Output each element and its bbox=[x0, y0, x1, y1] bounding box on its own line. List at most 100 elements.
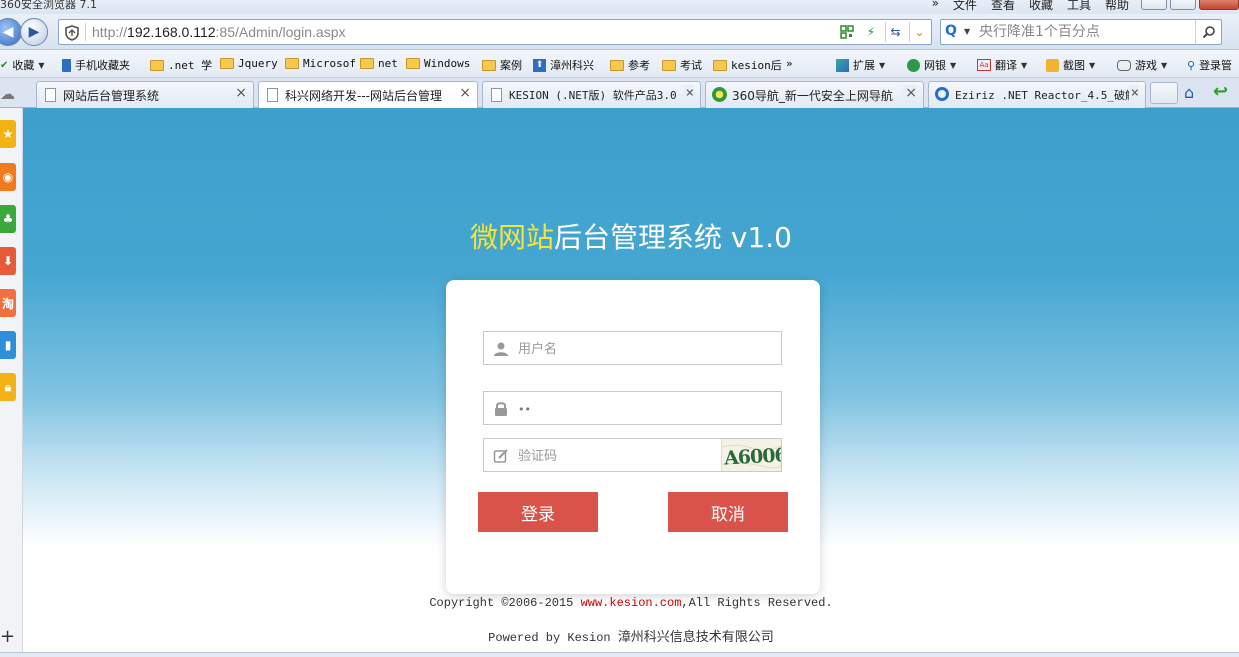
address-dropdown-icon[interactable]: ⌄ bbox=[909, 22, 929, 42]
lightning-speed-icon[interactable]: ⚡ bbox=[861, 22, 881, 42]
tab-kesion-net[interactable]: KESION (.NET版) 软件产品3.0 × bbox=[482, 81, 701, 108]
maximize-button[interactable] bbox=[1170, 0, 1196, 10]
username-field[interactable] bbox=[483, 331, 782, 365]
bank-label: 网银 bbox=[924, 59, 946, 72]
fav-item-jquery[interactable]: Jquery bbox=[220, 57, 278, 70]
tab-title: 科兴网络开发---网站后台管理 bbox=[285, 89, 442, 103]
powered-prefix: Powered by Kesion bbox=[488, 631, 618, 645]
taobao-icon[interactable]: 淘 bbox=[0, 289, 16, 317]
add-sidebar-item-icon[interactable]: + bbox=[0, 626, 15, 647]
address-bar[interactable]: http://192.168.0.112:85/Admin/login.aspx… bbox=[58, 19, 932, 45]
tab-360-nav[interactable]: 360导航_新一代安全上网导航 × bbox=[705, 81, 924, 108]
close-window-button[interactable] bbox=[1199, 0, 1239, 10]
weibo-icon[interactable]: ◉ bbox=[0, 163, 16, 191]
chevron-down-icon: ▼ bbox=[879, 60, 886, 70]
scissors-icon bbox=[1046, 58, 1059, 72]
tab-title: 网站后台管理系统 bbox=[63, 89, 160, 103]
password-input[interactable] bbox=[518, 398, 698, 420]
folder-icon bbox=[406, 58, 420, 69]
cloud-sync-icon[interactable]: ☁ bbox=[0, 85, 15, 103]
username-input[interactable] bbox=[518, 338, 698, 360]
lock-icon[interactable]: 🔒︎ bbox=[0, 373, 16, 401]
compat-mode-icon[interactable]: ⇆ bbox=[885, 22, 905, 42]
gamepad-icon bbox=[1117, 59, 1131, 71]
back-button[interactable]: ◀ bbox=[0, 18, 22, 46]
tab-eziriz[interactable]: Eziriz .NET Reactor_4.5_破解 × bbox=[928, 81, 1146, 108]
login-button[interactable]: 登录 bbox=[478, 492, 598, 532]
url-host: 192.168.0.112 bbox=[127, 24, 216, 40]
cancel-button[interactable]: 取消 bbox=[668, 492, 788, 532]
fav-item-windows[interactable]: Windows bbox=[406, 57, 470, 70]
menu-favorites[interactable]: 收藏 bbox=[1029, 0, 1053, 13]
folder-icon bbox=[360, 58, 374, 69]
upload-icon: ⬆ bbox=[533, 58, 546, 72]
fav-label: 考试 bbox=[680, 59, 702, 72]
tab-close-icon[interactable]: × bbox=[457, 85, 471, 101]
captcha-image[interactable]: A6006 bbox=[721, 439, 781, 471]
bank-shield-icon bbox=[907, 58, 920, 72]
translate-icon: Aa bbox=[977, 59, 991, 71]
menu-view[interactable]: 查看 bbox=[991, 0, 1015, 13]
search-engine-icon[interactable]: Q bbox=[945, 23, 957, 39]
page-content: 微网站后台管理系统 v1.0 A6006 bbox=[23, 108, 1239, 657]
tab-admin-system[interactable]: 网站后台管理系统 × bbox=[36, 81, 254, 108]
fav-item-kesion-zz[interactable]: ⬆ 漳州科兴 bbox=[533, 57, 594, 73]
bank-menu[interactable]: 网银 ▼ bbox=[907, 57, 956, 73]
fav-item-exam[interactable]: 考试 bbox=[662, 57, 702, 73]
games-menu[interactable]: 游戏 ▼ bbox=[1117, 57, 1167, 73]
translate-menu[interactable]: Aa 翻译 ▼ bbox=[977, 57, 1027, 73]
tab-kesion-admin[interactable]: 科兴网络开发---网站后台管理 × bbox=[258, 81, 478, 109]
screenshot-menu[interactable]: 截图 ▼ bbox=[1046, 57, 1095, 73]
menu-more[interactable]: » bbox=[932, 0, 939, 13]
fav-item-microsoft[interactable]: Microsof bbox=[285, 57, 356, 70]
search-box[interactable]: Q ▼ bbox=[940, 19, 1222, 45]
fav-item-dotnet[interactable]: .net 学 bbox=[150, 57, 212, 73]
download-icon[interactable]: ⬇ bbox=[0, 247, 16, 275]
fav-item-reference[interactable]: 参考 bbox=[610, 57, 650, 73]
menu-help[interactable]: 帮助 bbox=[1105, 0, 1129, 13]
back-arrow-icon: ◀ bbox=[2, 24, 14, 40]
search-input[interactable] bbox=[979, 22, 1191, 42]
captcha-field[interactable]: A6006 bbox=[483, 438, 782, 472]
system-title: 微网站后台管理系统 v1.0 bbox=[23, 216, 1239, 256]
tab-close-icon[interactable]: × bbox=[1128, 85, 1139, 101]
address-url[interactable]: http://192.168.0.112:85/Admin/login.aspx bbox=[92, 24, 346, 40]
360-logo-icon bbox=[712, 87, 727, 102]
fav-item-cases[interactable]: 案例 bbox=[482, 57, 522, 73]
login-manager-menu[interactable]: ⚲ 登录管 bbox=[1187, 57, 1232, 73]
browser-title-bar: 360安全浏览器 7.1 » 文件 查看 收藏 工具 帮助 bbox=[0, 0, 1239, 14]
ext-label: 扩展 bbox=[853, 59, 875, 72]
fav-item-mobile[interactable]: 手机收藏夹 bbox=[62, 57, 130, 73]
fav-item-kesion-admin[interactable]: kesion后 bbox=[713, 57, 782, 73]
fav-item-net[interactable]: net bbox=[360, 57, 398, 70]
home-icon[interactable]: ⌂ bbox=[1184, 83, 1194, 102]
menu-file[interactable]: 文件 bbox=[953, 0, 977, 13]
engine-caret-icon[interactable]: ▼ bbox=[964, 27, 970, 36]
page-icon bbox=[491, 88, 502, 102]
kesion-link[interactable]: www.kesion.com bbox=[581, 596, 682, 610]
qr-code-icon[interactable] bbox=[837, 22, 857, 42]
copyright-prefix: Copyright ©2006-2015 bbox=[429, 596, 581, 610]
browser-app-title: 360安全浏览器 7.1 bbox=[0, 0, 97, 11]
new-tab-button[interactable] bbox=[1150, 82, 1178, 104]
menu-tools[interactable]: 工具 bbox=[1067, 0, 1091, 13]
window-controls bbox=[1141, 0, 1239, 10]
tab-close-icon[interactable]: × bbox=[235, 85, 247, 101]
folder-icon bbox=[482, 59, 496, 71]
minimize-button[interactable] bbox=[1141, 0, 1167, 10]
undo-close-tab-icon[interactable]: ↩ bbox=[1213, 81, 1228, 102]
search-button[interactable] bbox=[1195, 20, 1221, 44]
captcha-input[interactable] bbox=[518, 445, 698, 467]
book-icon[interactable]: ▮ bbox=[0, 331, 16, 359]
folder-icon bbox=[610, 59, 624, 71]
fav-more-button[interactable]: » bbox=[786, 57, 793, 70]
favorites-menu[interactable]: ✔ 收藏 ▼ bbox=[0, 57, 45, 73]
url-path: :85/Admin/login.aspx bbox=[215, 24, 346, 40]
password-field[interactable] bbox=[483, 391, 782, 425]
extensions-menu[interactable]: 扩展 ▼ bbox=[836, 57, 885, 73]
tab-close-icon[interactable]: × bbox=[683, 85, 694, 101]
tab-close-icon[interactable]: × bbox=[903, 85, 917, 101]
forward-button[interactable]: ▶ bbox=[20, 18, 48, 46]
star-icon[interactable]: ★ bbox=[0, 120, 16, 148]
game-icon[interactable]: ♣ bbox=[0, 205, 16, 233]
